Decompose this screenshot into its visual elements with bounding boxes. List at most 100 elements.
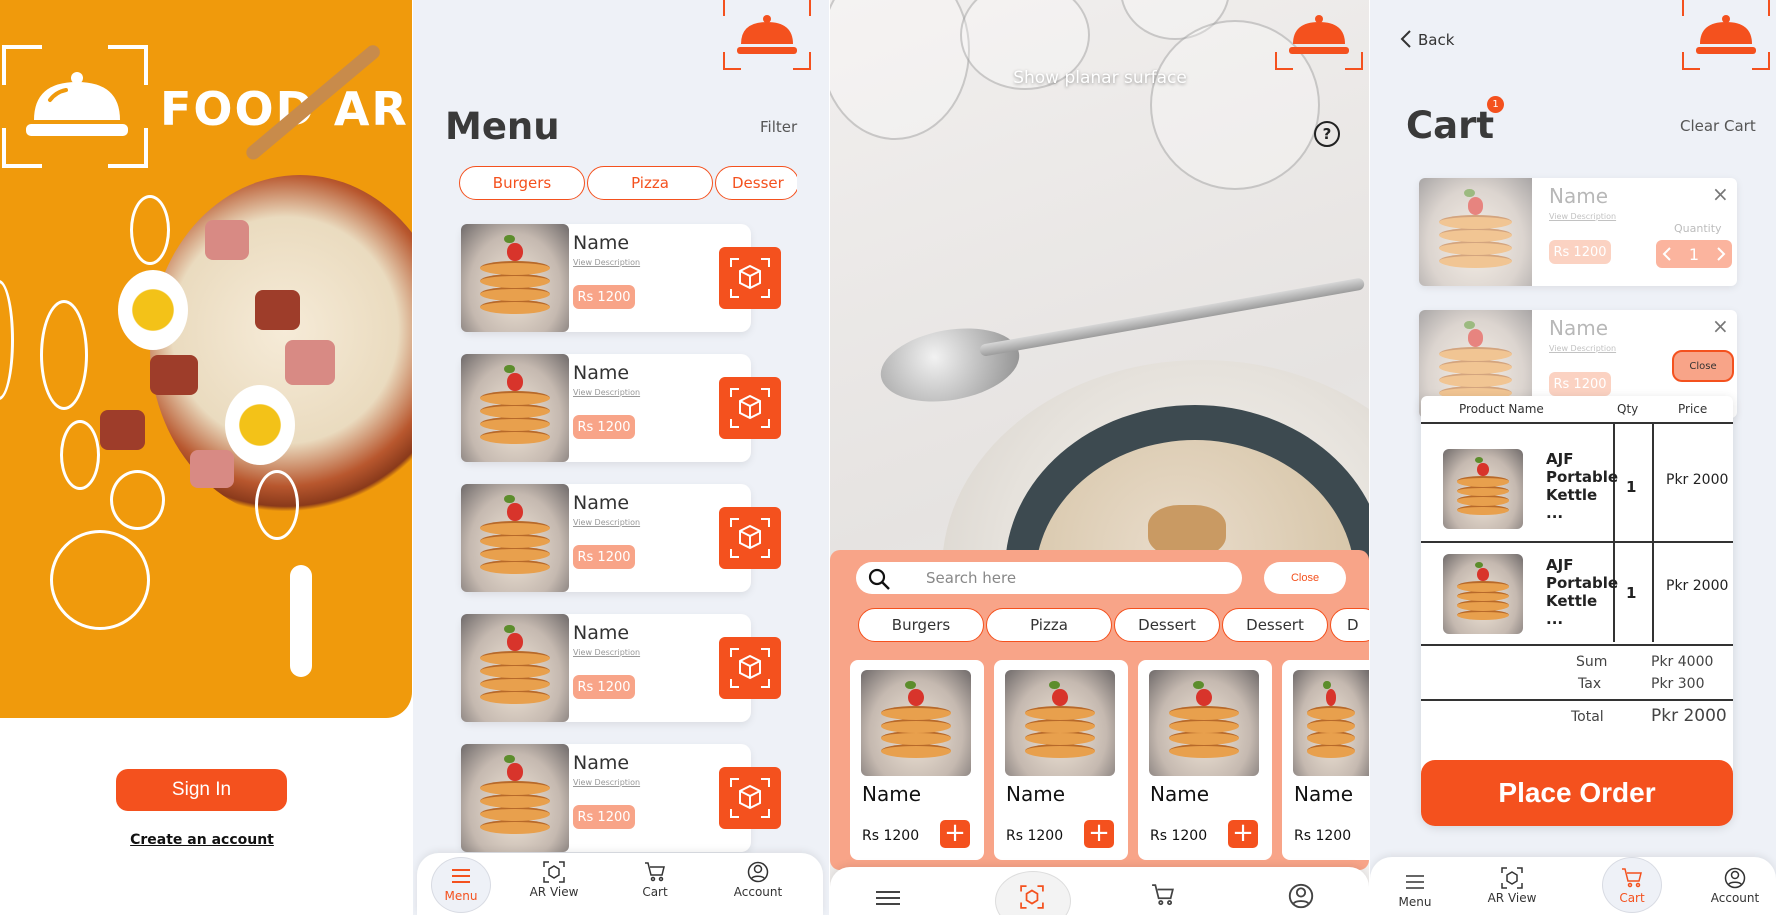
ar-item-card[interactable]: Name Rs 1200 + (850, 660, 984, 860)
pancake-layer (1306, 718, 1356, 733)
account-icon[interactable] (1288, 883, 1314, 909)
pancake-layer (1168, 744, 1240, 758)
pancake-layer (480, 780, 550, 795)
chevron-right-icon[interactable] (1716, 247, 1726, 261)
page-title: Cart (1406, 104, 1495, 147)
splash-hero: FOOD AR (0, 0, 412, 718)
nav-cart[interactable]: Cart (1597, 867, 1667, 905)
nav-menu[interactable]: Menu (426, 865, 496, 903)
nav-ar-view[interactable]: AR View (1477, 867, 1547, 905)
view-description-link[interactable]: View Description (573, 388, 640, 397)
mint-leaf-topping (1464, 320, 1476, 330)
view-description-link[interactable]: View Description (573, 518, 640, 527)
remove-item-button[interactable]: × (1712, 182, 1729, 206)
chip-pizza[interactable]: Pizza (587, 166, 713, 200)
pancake-layer (1457, 600, 1509, 611)
create-account-link[interactable]: Create an account (0, 832, 404, 848)
strawberry-topping (1325, 689, 1337, 707)
nav-account[interactable]: Account (723, 861, 793, 899)
ar-view-button[interactable] (719, 377, 781, 439)
nav-label: Menu (444, 889, 478, 903)
view-description-link[interactable]: View Description (573, 258, 640, 267)
ar-view-button[interactable] (719, 247, 781, 309)
bottom-nav (830, 867, 1369, 915)
place-order-button[interactable]: Place Order (1421, 760, 1733, 826)
chip-burgers[interactable]: Burgers (459, 166, 585, 200)
item-price: Rs 1200 (573, 675, 635, 699)
menu-item-card[interactable]: Name View Description Rs 1200 (461, 224, 751, 332)
nav-cart[interactable]: Cart (620, 861, 690, 899)
chip-dessert[interactable]: Dessert (1222, 608, 1328, 642)
quantity-value: 1 (1688, 244, 1700, 264)
pancake-layer (1457, 485, 1509, 497)
menu-item-card[interactable]: Name View Description Rs 1200 (461, 484, 751, 592)
strawberry-topping (507, 503, 523, 521)
tax-label: Tax (1578, 676, 1602, 692)
ar-item-card[interactable]: Name Rs 1200 + (1138, 660, 1272, 860)
quantity-stepper[interactable]: 1 (1656, 240, 1732, 268)
category-chips: Burgers Pizza Desser (459, 166, 797, 200)
nav-menu[interactable]: Menu (1380, 871, 1450, 909)
view-description-link[interactable]: View Description (573, 648, 640, 657)
mint-leaf-topping (1049, 680, 1060, 690)
pancake-layer (1439, 253, 1512, 268)
ar-item-card[interactable]: Name Rs 1200 + (994, 660, 1128, 860)
sum-label: Sum (1576, 654, 1608, 670)
chip-pizza[interactable]: Pizza (986, 608, 1112, 642)
ar-item-card[interactable]: Name Rs 1200 (1282, 660, 1369, 860)
ar-cube-icon[interactable] (1020, 885, 1044, 909)
item-name: Name (573, 362, 630, 384)
sign-in-button[interactable]: Sign In (116, 769, 287, 811)
chevron-left-icon (1400, 30, 1411, 48)
pancake-image (1443, 554, 1523, 634)
page-title: Menu (445, 105, 560, 148)
search-bar[interactable]: Search here (856, 562, 1242, 594)
help-icon[interactable]: ? (1314, 121, 1340, 147)
item-price: Rs 1200 (573, 415, 635, 439)
pancake-layer (1457, 476, 1509, 487)
filter-button[interactable]: Filter (760, 118, 797, 136)
back-button[interactable]: Back (1400, 30, 1454, 49)
pancake-image (461, 224, 569, 332)
ar-cube-icon (1501, 867, 1523, 889)
nav-ar-view[interactable]: AR View (519, 861, 589, 899)
add-to-cart-button[interactable]: + (940, 820, 970, 848)
pancake-layer (480, 559, 550, 574)
cart-icon[interactable] (1150, 883, 1176, 907)
ar-view-button[interactable] (719, 507, 781, 569)
add-to-cart-button[interactable]: + (1084, 820, 1114, 848)
ar-cube-icon (730, 388, 770, 428)
strawberry-topping (507, 243, 523, 261)
order-product-name: AJF Portable Kettle ... (1546, 556, 1619, 628)
view-description-link[interactable]: View Description (1549, 344, 1616, 353)
view-description-link[interactable]: View Description (1549, 212, 1616, 221)
nav-label: AR View (1487, 891, 1537, 905)
menu-item-card[interactable]: Name View Description Rs 1200 (461, 354, 751, 462)
chip-burgers[interactable]: Burgers (858, 608, 984, 642)
menu-item-card[interactable]: Name View Description Rs 1200 (461, 744, 751, 852)
nav-account[interactable]: Account (1700, 867, 1770, 905)
corner-logo (723, 0, 811, 70)
chip-dessert[interactable]: Desser (715, 166, 797, 200)
chevron-left-icon[interactable] (1662, 247, 1672, 261)
strawberry-topping (507, 373, 523, 391)
ar-view-button[interactable] (719, 637, 781, 699)
menu-item-card[interactable]: Name View Description Rs 1200 (461, 614, 751, 722)
clear-cart-button[interactable]: Clear Cart (1680, 117, 1756, 135)
mint-leaf-topping (1323, 680, 1331, 690)
item-price: Rs 1200 (1006, 828, 1064, 844)
ar-view-button[interactable] (719, 767, 781, 829)
menu-icon[interactable] (875, 889, 901, 907)
close-button[interactable]: Close (1264, 562, 1346, 594)
search-input[interactable]: Search here (926, 569, 1016, 587)
order-price: Pkr 2000 (1666, 578, 1729, 594)
close-popup-button[interactable]: Close (1672, 350, 1734, 382)
ar-cube-icon (730, 648, 770, 688)
view-description-link[interactable]: View Description (573, 778, 640, 787)
chip-dessert[interactable]: Dessert (1114, 608, 1220, 642)
pancake-layer (480, 429, 550, 444)
remove-item-button[interactable]: × (1712, 314, 1729, 338)
pancake-layer (1439, 214, 1512, 229)
chip-more[interactable]: D (1330, 608, 1369, 642)
add-to-cart-button[interactable]: + (1228, 820, 1258, 848)
